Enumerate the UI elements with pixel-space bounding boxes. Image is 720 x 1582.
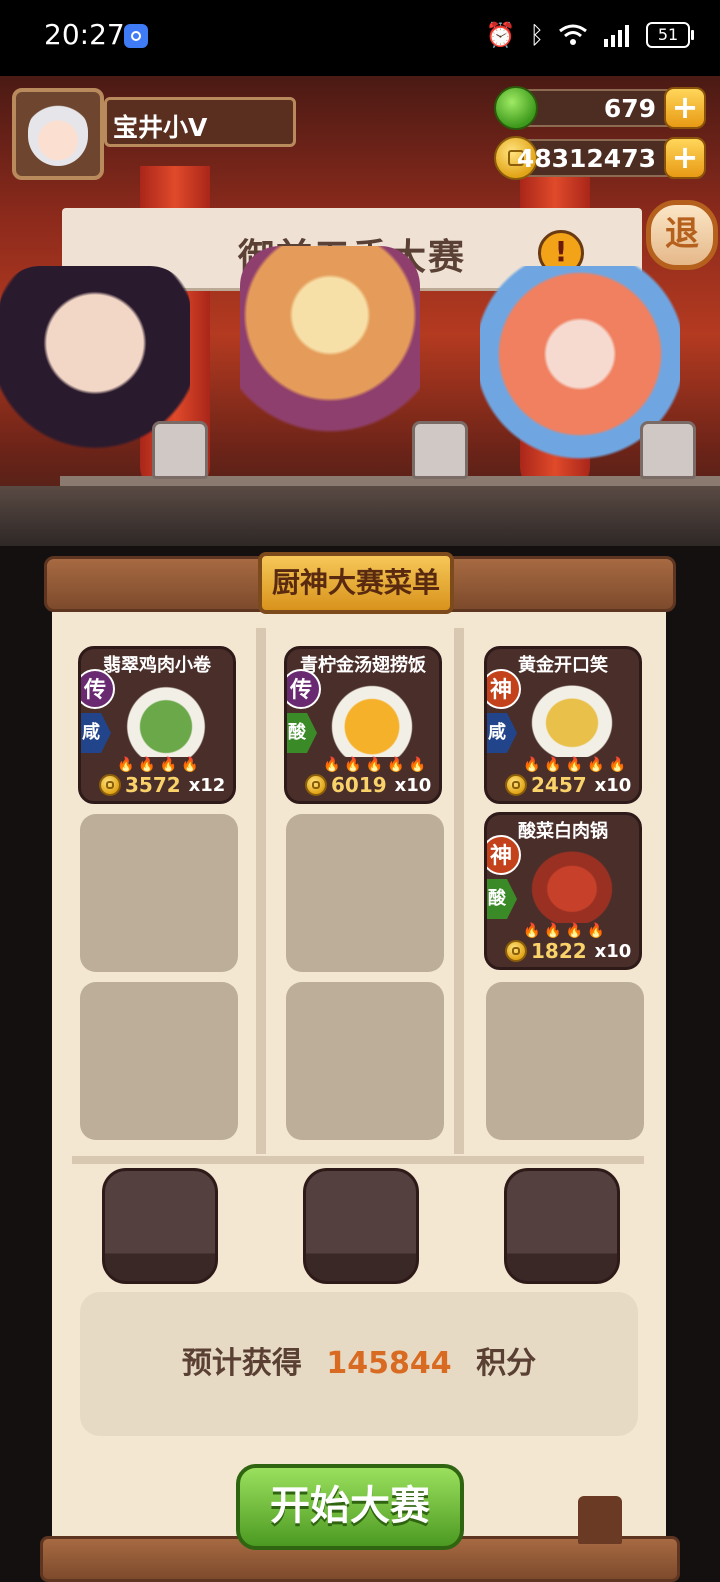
add-gems-button[interactable]: + bbox=[664, 87, 706, 129]
bluetooth-icon: ᛒ bbox=[529, 21, 544, 49]
flavor-badge: 咸 bbox=[487, 713, 517, 753]
player-name-plate: 宝井小V bbox=[104, 97, 296, 147]
dish-image bbox=[527, 681, 617, 757]
column-divider bbox=[454, 628, 464, 1154]
dish-image bbox=[121, 681, 211, 757]
kettle-icon bbox=[640, 421, 696, 479]
dish-price: 2457 bbox=[531, 773, 587, 797]
dish-price-row: 2457 x10 bbox=[505, 773, 631, 797]
grade-badge: 传 bbox=[287, 669, 321, 709]
grade-badge: 神 bbox=[487, 835, 521, 875]
empty-dish-slot[interactable] bbox=[80, 982, 238, 1140]
dish-price: 3572 bbox=[125, 773, 181, 797]
fire-rating: 🔥🔥🔥🔥 bbox=[523, 923, 609, 939]
expected-score-line: 预计获得 145844 积分 bbox=[80, 1338, 638, 1382]
start-contest-button[interactable]: 开始大赛 bbox=[236, 1464, 464, 1550]
dish-card[interactable]: 青柠金汤翅捞饭 传 酸 🔥🔥🔥🔥🔥 6019 x10 bbox=[284, 646, 442, 804]
assistant-slot[interactable] bbox=[303, 1168, 419, 1284]
dish-quantity: x10 bbox=[394, 774, 432, 796]
wifi-icon bbox=[559, 24, 587, 45]
status-time: 20:27 bbox=[44, 18, 125, 51]
signal-icon bbox=[604, 25, 629, 47]
empty-dish-slot[interactable] bbox=[80, 814, 238, 972]
empty-dish-slot[interactable] bbox=[486, 982, 644, 1140]
fire-rating: 🔥🔥🔥🔥🔥 bbox=[323, 757, 431, 773]
score-value: 145844 bbox=[326, 1346, 452, 1381]
kettle-icon bbox=[412, 421, 468, 479]
dish-price: 6019 bbox=[331, 773, 387, 797]
coin-icon bbox=[505, 774, 527, 796]
counter bbox=[0, 486, 720, 546]
column-divider bbox=[256, 628, 266, 1154]
dish-image bbox=[527, 847, 617, 923]
grade-badge: 神 bbox=[487, 669, 521, 709]
dish-image bbox=[327, 681, 417, 757]
menu-title: 厨神大赛菜单 bbox=[258, 552, 454, 614]
score-suffix: 积分 bbox=[476, 1346, 537, 1381]
grade-badge: 传 bbox=[81, 669, 115, 709]
flavor-badge: 咸 bbox=[81, 713, 111, 753]
dish-card[interactable]: 酸菜白肉锅 神 酸 🔥🔥🔥🔥 1822 x10 bbox=[484, 812, 642, 970]
dish-quantity: x12 bbox=[188, 774, 226, 796]
coin-icon bbox=[305, 774, 327, 796]
dish-card[interactable]: 黄金开口笑 神 咸 🔥🔥🔥🔥🔥 2457 x10 bbox=[484, 646, 642, 804]
coin-icon bbox=[505, 940, 527, 962]
expected-score-box: 预计获得 145844 积分 bbox=[80, 1292, 638, 1436]
fire-rating: 🔥🔥🔥🔥🔥 bbox=[523, 757, 631, 773]
flavor-badge: 酸 bbox=[287, 713, 317, 753]
dish-price: 1822 bbox=[531, 939, 587, 963]
menu-divider bbox=[72, 1156, 644, 1164]
coin-counter: 48312473 + bbox=[494, 136, 706, 180]
fire-rating: 🔥🔥🔥🔥 bbox=[117, 757, 203, 773]
utensil-holder-icon bbox=[578, 1496, 622, 1544]
empty-dish-slot[interactable] bbox=[286, 982, 444, 1140]
battery-icon: 51 bbox=[646, 22, 694, 48]
coin-amount: 48312473 bbox=[516, 144, 656, 173]
player-avatar[interactable] bbox=[12, 88, 104, 180]
kettle-icon bbox=[152, 421, 208, 479]
add-coins-button[interactable]: + bbox=[664, 137, 706, 179]
status-bar: 20:27 ⏰ ᛒ 51 bbox=[0, 0, 720, 76]
assistant-slot[interactable] bbox=[504, 1168, 620, 1284]
status-icons: ⏰ ᛒ 51 bbox=[485, 20, 694, 50]
dish-quantity: x10 bbox=[594, 940, 632, 962]
score-prefix: 预计获得 bbox=[181, 1346, 302, 1381]
dish-price-row: 1822 x10 bbox=[505, 939, 631, 963]
gem-counter: 679 + bbox=[494, 86, 706, 130]
dish-price-row: 6019 x10 bbox=[305, 773, 431, 797]
player-name: 宝井小V bbox=[113, 113, 208, 142]
jade-gem-icon bbox=[494, 86, 538, 130]
dish-price-row: 3572 x12 bbox=[99, 773, 225, 797]
assistant-slot[interactable] bbox=[102, 1168, 218, 1284]
judge-character-center bbox=[240, 246, 420, 476]
flavor-badge: 酸 bbox=[487, 879, 517, 919]
coin-icon bbox=[99, 774, 121, 796]
app-notification-icon bbox=[124, 24, 148, 48]
dish-card[interactable]: 翡翠鸡肉小卷 传 咸 🔥🔥🔥🔥 3572 x12 bbox=[78, 646, 236, 804]
gem-amount: 679 bbox=[603, 94, 656, 123]
alarm-icon: ⏰ bbox=[485, 21, 516, 49]
dish-quantity: x10 bbox=[594, 774, 632, 796]
exit-button[interactable]: 退 bbox=[646, 200, 718, 270]
empty-dish-slot[interactable] bbox=[286, 814, 444, 972]
avatar-face bbox=[28, 102, 88, 166]
